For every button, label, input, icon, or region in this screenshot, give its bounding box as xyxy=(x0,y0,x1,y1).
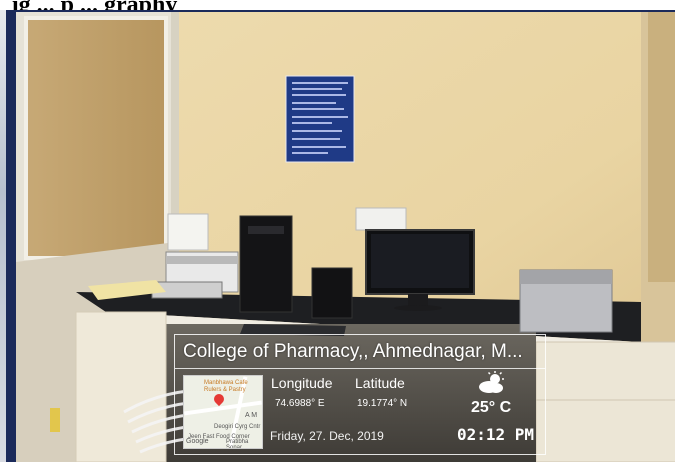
overlay-divider xyxy=(175,368,545,369)
right-cabinet xyxy=(535,341,675,462)
latitude-value: 19.1774° N xyxy=(357,398,408,409)
capture-date: Friday, 27. Dec, 2019 xyxy=(270,429,384,443)
capture-time: 02:12 PM xyxy=(457,425,535,444)
map-place-label: Manbhawa Cafe Rulers & Pastry xyxy=(204,380,248,393)
geo-tag-overlay: College of Pharmacy,, Ahmednagar, M... M… xyxy=(174,334,546,455)
left-strip-inner xyxy=(0,10,6,462)
left-panel xyxy=(24,16,168,260)
latitude-label: Latitude xyxy=(355,375,405,391)
location-title: College of Pharmacy,, Ahmednagar, M... xyxy=(183,341,523,362)
partly-cloudy-icon xyxy=(479,371,504,393)
ups xyxy=(311,267,353,319)
map-place-label: Pratibha Sonar xyxy=(226,439,249,449)
longitude-label: Longitude xyxy=(271,375,333,391)
map-place-label: Deogiri Cyrg Cntr xyxy=(214,424,261,430)
map-road-label: A M xyxy=(245,412,258,419)
longitude-value: 74.6988° E xyxy=(275,398,325,409)
temperature: 25° C xyxy=(471,399,512,416)
location-pin-icon xyxy=(211,391,227,407)
map-provider-label: Google xyxy=(186,438,209,445)
location-map: Manbhawa Cafe Rulers & Pastry A M Deogir… xyxy=(183,375,263,449)
